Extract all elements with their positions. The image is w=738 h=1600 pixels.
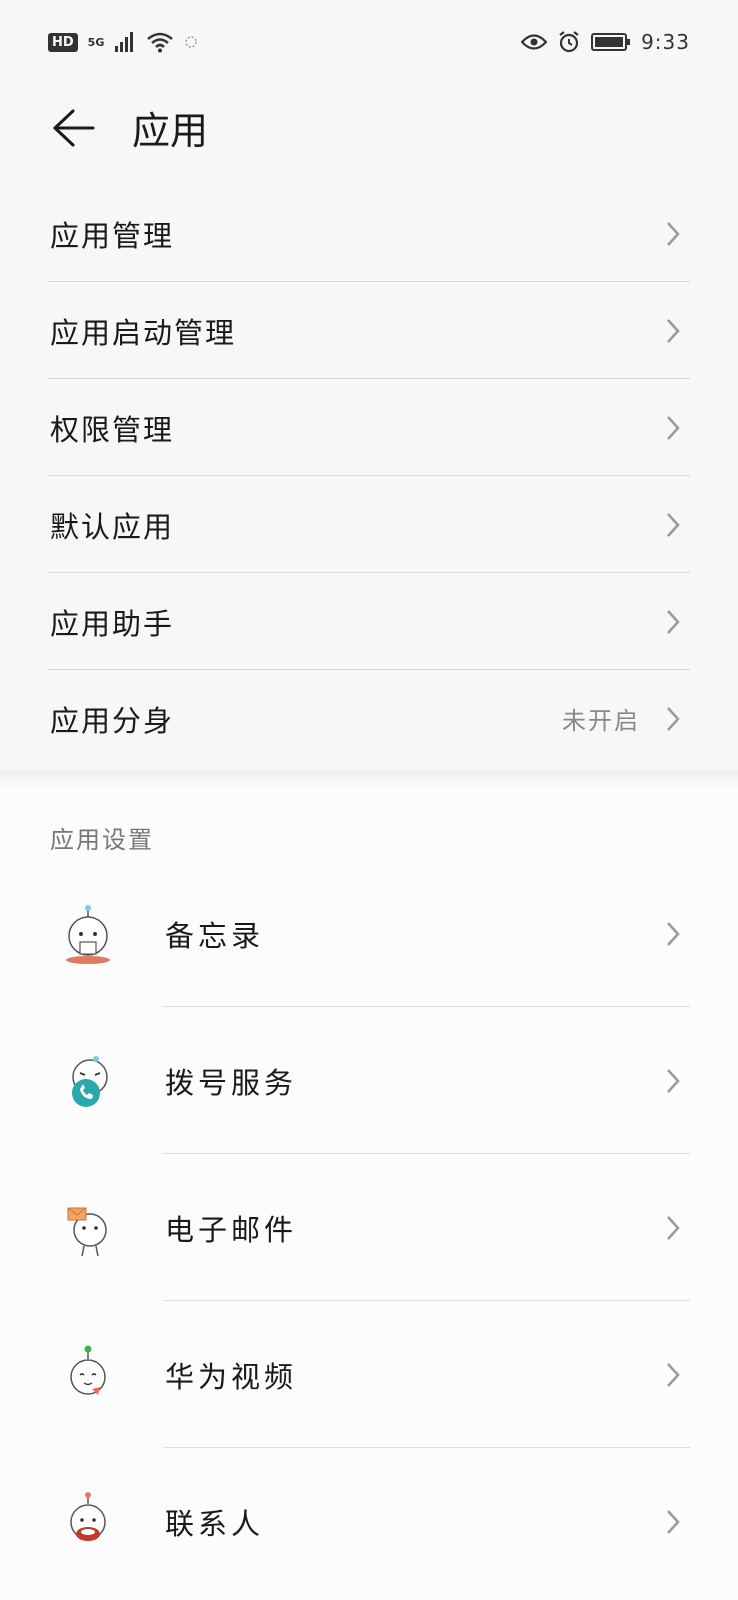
- back-arrow-icon: [51, 108, 95, 152]
- page-header: 应用: [0, 90, 738, 170]
- menu-item-app-twin[interactable]: 应用分身 未开启: [0, 670, 738, 767]
- menu-item-label: 应用助手: [50, 606, 175, 641]
- page-title: 应用: [132, 109, 209, 153]
- chevron-right-icon: [664, 1507, 682, 1537]
- app-label: 拨号服务: [165, 1065, 298, 1100]
- app-label: 华为视频: [165, 1359, 298, 1394]
- chevron-right-icon: [664, 219, 682, 249]
- eye-comfort-icon: [521, 33, 548, 51]
- chevron-right-icon: [664, 510, 682, 540]
- battery-icon: [591, 32, 631, 52]
- app-item-contacts[interactable]: 联系人: [0, 1448, 738, 1595]
- menu-item-label: 应用分身: [50, 703, 175, 738]
- app-twin-status: 未开启: [562, 707, 640, 735]
- app-item-email[interactable]: 电子邮件: [0, 1154, 738, 1301]
- app-label: 电子邮件: [165, 1212, 298, 1247]
- app-item-dialer[interactable]: 拨号服务: [0, 1007, 738, 1154]
- menu-item-app-assistant[interactable]: 应用助手: [0, 573, 738, 670]
- dialer-app-icon: [58, 1049, 118, 1113]
- signal-icon: [114, 32, 136, 52]
- app-label: 备忘录: [165, 918, 265, 953]
- contacts-app-icon: [58, 1490, 118, 1554]
- status-bar: HD 5G 9:33: [0, 0, 738, 84]
- app-item-huawei-video[interactable]: 华为视频: [0, 1301, 738, 1448]
- alarm-icon: [557, 30, 581, 54]
- chevron-right-icon: [664, 1066, 682, 1096]
- clock: 9:33: [641, 30, 690, 54]
- menu-item-label: 应用管理: [50, 218, 175, 253]
- network-badge: 5G: [87, 35, 105, 49]
- menu-item-label: 权限管理: [50, 412, 175, 447]
- app-label: 联系人: [165, 1506, 265, 1541]
- notepad-app-icon: [58, 902, 118, 966]
- chevron-right-icon: [664, 1213, 682, 1243]
- email-app-icon: [58, 1196, 118, 1260]
- section-separator: [0, 770, 738, 788]
- chevron-right-icon: [664, 1360, 682, 1390]
- status-bar-right: 9:33: [521, 30, 690, 54]
- menu-item-app-launch[interactable]: 应用启动管理: [0, 282, 738, 379]
- wifi-icon: [146, 31, 174, 53]
- app-item-notepad[interactable]: 备忘录: [0, 860, 738, 1007]
- video-app-icon: [58, 1343, 118, 1407]
- main-menu-list: 应用管理 应用启动管理 权限管理 默认应用 应用助手 应用分身 未开启: [0, 185, 738, 767]
- menu-item-label: 应用启动管理: [50, 315, 237, 350]
- chevron-right-icon: [664, 316, 682, 346]
- menu-item-app-management[interactable]: 应用管理: [0, 185, 738, 282]
- menu-item-default-apps[interactable]: 默认应用: [0, 476, 738, 573]
- chevron-right-icon: [664, 919, 682, 949]
- chevron-right-icon: [664, 413, 682, 443]
- status-bar-left: HD 5G: [48, 31, 198, 53]
- menu-item-label: 默认应用: [50, 509, 175, 544]
- menu-item-permissions[interactable]: 权限管理: [0, 379, 738, 476]
- hd-badge: HD: [48, 32, 78, 52]
- app-settings-list: 备忘录 拨号服务 电子邮件 华为视频 联系人: [0, 860, 738, 1595]
- chevron-right-icon: [664, 607, 682, 637]
- back-button[interactable]: [48, 108, 98, 152]
- chevron-right-icon: [664, 704, 682, 734]
- notification-icon: [184, 35, 198, 49]
- section-title: 应用设置: [50, 826, 154, 854]
